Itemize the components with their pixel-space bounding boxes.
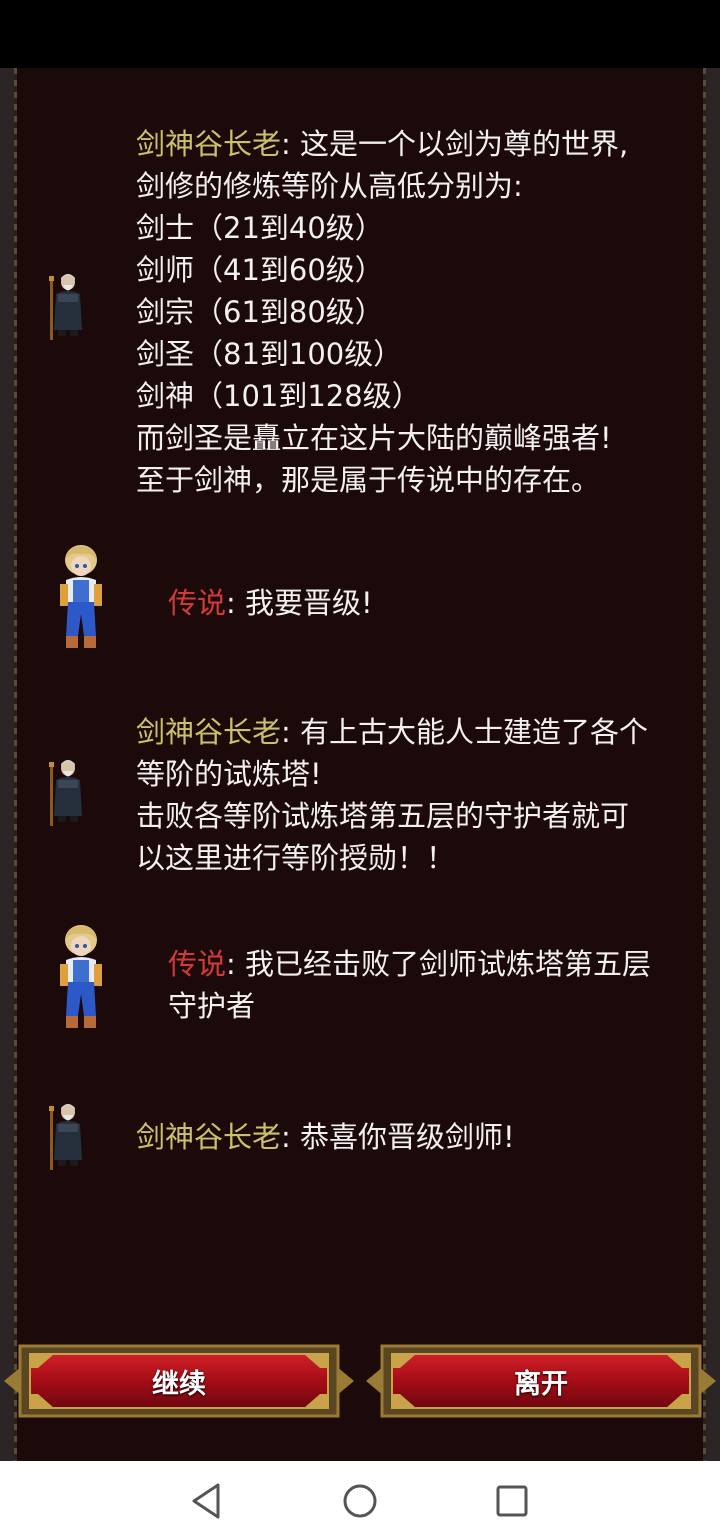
dialog-line: 剑宗（61到80级）	[136, 295, 384, 329]
separator: :	[281, 1120, 301, 1154]
elder-avatar-icon	[49, 1104, 82, 1170]
dialog-line: 击败各等阶试炼塔第五层的守护者就可	[136, 799, 630, 833]
dialog-line: 而剑圣是矗立在这片大陆的巅峰强者!	[136, 421, 612, 455]
separator: :	[226, 947, 246, 981]
speaker-name: 剑神谷长老	[136, 715, 282, 749]
dialog-text: 剑神谷长老: 有上古大能人士建造了各个 等阶的试炼塔! 击败各等阶试炼塔第五层的…	[136, 711, 648, 879]
status-bar	[0, 0, 720, 68]
dialog-line-text: 我要晋级!	[245, 586, 373, 620]
player-avatar-icon	[60, 545, 102, 648]
navigation-bar	[0, 1461, 720, 1540]
back-triangle-icon[interactable]	[184, 1479, 228, 1523]
separator: :	[226, 586, 246, 620]
player-avatar-icon	[60, 925, 102, 1028]
speaker-name: 剑神谷长老	[136, 1120, 282, 1154]
leave-button[interactable]: 离开	[366, 1344, 716, 1418]
dialog-line: 传说: 我已经击败了剑师试炼塔第五层	[168, 943, 651, 985]
dialog-text: 剑神谷长老: 这是一个以剑为尊的世界, 剑修的修炼等阶从高低分别为: 剑士（21…	[136, 123, 628, 501]
dialog-line-text: 这是一个以剑为尊的世界,	[300, 127, 629, 161]
speaker-name: 传说	[168, 586, 227, 620]
recent-square-icon[interactable]	[490, 1479, 534, 1523]
dialog-line: 剑神谷长老: 这是一个以剑为尊的世界,	[136, 123, 628, 165]
speaker-name: 剑神谷长老	[136, 127, 282, 161]
dialog-line: 至于剑神，那是属于传说中的存在。	[136, 463, 601, 497]
separator: :	[281, 127, 301, 161]
continue-label: 继续	[152, 1368, 206, 1400]
dialog-line: 等阶的试炼塔!	[136, 757, 322, 791]
dialog-line-text: 恭喜你晋级剑师!	[300, 1120, 515, 1154]
dialog-panel: 剑神谷长老: 这是一个以剑为尊的世界, 剑修的修炼等阶从高低分别为: 剑士（21…	[0, 68, 720, 1461]
dialog-line: 剑神谷长老: 恭喜你晋级剑师!	[136, 1116, 515, 1158]
dialog-line: 剑圣（81到100级）	[136, 337, 403, 371]
dialog-line: 守护者	[168, 989, 256, 1023]
dialog-line: 剑神谷长老: 有上古大能人士建造了各个	[136, 711, 648, 753]
continue-button[interactable]: 继续	[4, 1344, 354, 1418]
dialog-text: 传说: 我已经击败了剑师试炼塔第五层 守护者	[168, 943, 651, 1027]
dialog-text: 剑神谷长老: 恭喜你晋级剑师!	[136, 1116, 515, 1158]
dialog-line: 剑修的修炼等阶从高低分别为:	[136, 169, 523, 203]
dialog-line: 剑士（21到40级）	[136, 211, 384, 245]
separator: :	[281, 715, 301, 749]
dialog-line-text: 我已经击败了剑师试炼塔第五层	[245, 947, 652, 981]
leave-label: 离开	[514, 1368, 568, 1400]
dialog-line: 以这里进行等阶授勋！！	[136, 841, 456, 875]
dialog-line: 传说: 我要晋级!	[168, 582, 373, 624]
dialog-line: 剑神（101到128级）	[136, 379, 421, 413]
elder-avatar-icon	[49, 274, 82, 340]
dialog-text: 传说: 我要晋级!	[168, 582, 373, 624]
dialog-line: 剑师（41到60级）	[136, 253, 384, 287]
home-circle-icon[interactable]	[338, 1479, 382, 1523]
elder-avatar-icon	[49, 760, 82, 826]
dialog-line-text: 有上古大能人士建造了各个	[300, 715, 649, 749]
speaker-name: 传说	[168, 947, 227, 981]
